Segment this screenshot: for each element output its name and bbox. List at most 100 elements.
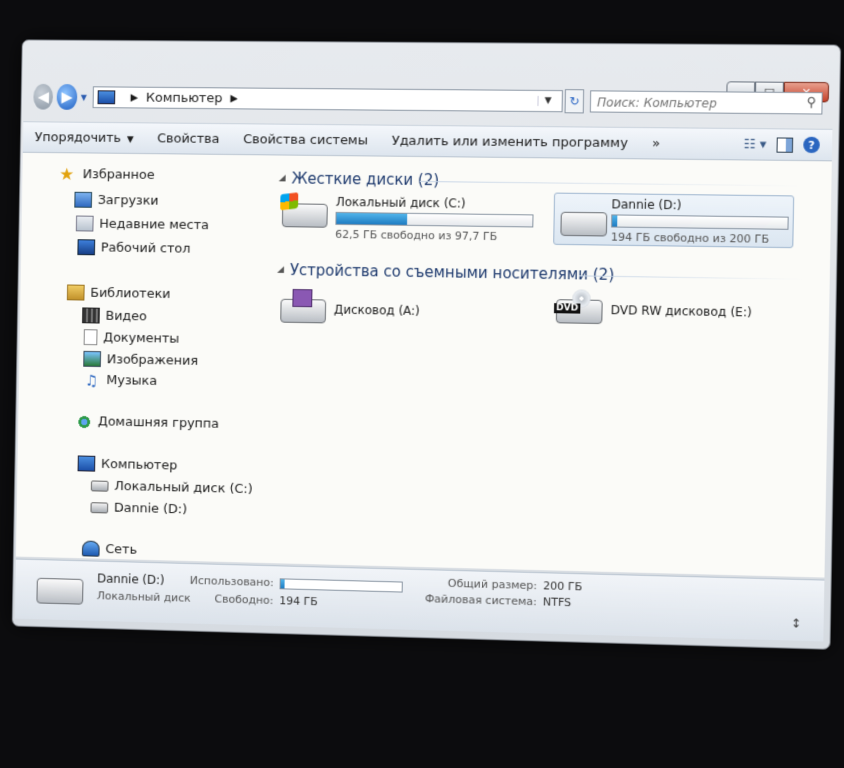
sidebar-label: Изображения [106,351,199,369]
collapse-triangle-icon: ◢ [278,173,286,184]
sidebar-item-local-disk-c[interactable]: Локальный диск (C:) [90,478,253,497]
file-list-pane: ◢ Жесткие диски (2) Локальный диск (C:) … [264,155,832,577]
details-total-label: Общий размер: [447,576,538,593]
address-bar[interactable]: ▶ Компьютер ▶ ▼ [92,86,563,113]
help-icon[interactable]: ? [803,136,820,154]
sidebar-label: Загрузки [97,192,159,209]
search-box[interactable]: ⚲ [589,90,823,115]
resize-grip-icon[interactable]: ↕ [791,616,802,630]
sidebar-item-homegroup[interactable]: Домашняя группа [76,414,219,432]
sidebar-item-documents[interactable]: Документы [83,329,180,347]
details-free-label: Свободно: [214,592,274,607]
group-title: Устройства со съемными носителями (2) [289,261,615,284]
properties-button[interactable]: Свойства [145,131,231,147]
sidebar-item-desktop[interactable]: Рабочий стол [77,239,190,256]
forward-button[interactable]: ▶ [56,84,78,110]
hard-drive-icon [558,202,608,237]
navigation-pane: ★ Избранное Загрузки Недавние места Рабо… [16,153,263,563]
homegroup-icon [76,414,93,429]
desktop-icon [77,239,96,256]
details-fs-label: Файловая система: [424,592,537,609]
sidebar-label: Рабочий стол [100,240,191,257]
sidebar-label: Dannie (D:) [113,500,188,518]
music-icon: ♫ [84,371,99,390]
details-fs-value: NTFS [542,595,572,610]
search-icon[interactable]: ⚲ [806,95,816,110]
sidebar-item-computer[interactable]: Компьютер [77,455,178,474]
content-area: ★ Избранное Загрузки Недавние места Рабо… [15,152,832,578]
sidebar-label: Библиотеки [90,285,171,302]
system-properties-button[interactable]: Свойства системы [231,132,380,148]
video-icon [82,307,100,324]
sidebar-item-video[interactable]: Видео [82,307,147,324]
back-button[interactable]: ◀ [33,83,54,110]
organize-button[interactable]: Упорядочить ▼ [23,130,146,146]
network-icon [81,540,100,557]
drive-usage-bar [611,214,789,230]
computer-icon [97,90,116,105]
organize-label: Упорядочить [34,129,122,146]
change-view-icon[interactable]: ☷ ▾ [743,137,766,152]
system-drive-icon [280,192,328,228]
dvd-drive-icon: DVD [553,289,603,325]
sidebar-label: Документы [103,330,180,347]
drive-name: DVD RW дисковод (E:) [610,303,752,320]
search-input[interactable] [594,92,804,115]
sidebar-item-dannie-d[interactable]: Dannie (D:) [90,500,187,517]
drive-tile-e[interactable]: DVD DVD RW дисковод (E:) [553,289,799,333]
explorer-window: – □ ✕ ◀ ▶ ▼ ▶ Компьютер ▶ ▼ ↻ ⚲ Упорядоч… [11,39,842,650]
drive-tile-a[interactable]: Дисковод (A:) [278,289,528,333]
group-header-removable[interactable]: ◢ Устройства со съемными носителями (2) [277,261,614,284]
star-icon: ★ [59,164,75,185]
details-free-value: 194 ГБ [279,594,318,609]
collapse-triangle-icon: ◢ [277,264,285,275]
hard-drive-icon [90,480,109,492]
drive-name: Локальный диск (C:) [335,194,466,211]
sidebar-label: Избранное [82,167,155,183]
pictures-icon [83,350,102,368]
sidebar-item-recent-places[interactable]: Недавние места [75,215,210,234]
drive-name: Дисковод (A:) [333,302,420,318]
drive-name: Dannie (D:) [611,197,682,213]
refresh-button[interactable]: ↻ [564,89,585,114]
sidebar-label: Сеть [105,541,138,558]
sidebar-item-libraries[interactable]: Библиотеки [66,284,171,302]
sidebar-item-favorites[interactable]: ★ Избранное [59,164,155,185]
sidebar-item-pictures[interactable]: Изображения [83,350,199,369]
drive-free-space: 194 ГБ свободно из 200 ГБ [610,230,770,246]
details-drive-type: Локальный диск [96,589,191,605]
sidebar-label: Компьютер [100,456,178,474]
uninstall-program-button[interactable]: Удалить или изменить программу [380,133,640,151]
sidebar-label: Видео [105,308,148,324]
sidebar-item-downloads[interactable]: Загрузки [74,191,159,209]
details-drive-name: Dannie (D:) [97,571,165,588]
address-dropdown-icon[interactable]: ▼ [537,95,558,107]
group-header-hard-disks[interactable]: ◢ Жесткие диски (2) [278,169,440,190]
recent-places-icon [75,215,94,232]
sidebar-item-network[interactable]: Сеть [81,540,138,558]
drive-usage-bar [335,211,534,228]
sidebar-item-music[interactable]: ♫ Музыка [84,371,158,390]
recent-pages-dropdown[interactable]: ▼ [81,93,87,102]
hard-drive-icon [36,577,84,605]
dvd-badge: DVD [553,303,581,314]
breadcrumb-separator[interactable]: ▶ [131,92,139,103]
details-usage-bar [279,578,403,593]
details-total-value: 200 ГБ [543,579,583,594]
chevron-down-icon: ▼ [126,134,134,145]
sidebar-label: Недавние места [99,216,210,233]
documents-icon [83,329,98,346]
preview-pane-icon[interactable] [776,136,794,153]
navigation-bar: ◀ ▶ ▼ ▶ Компьютер ▶ ▼ ↻ ⚲ [33,82,823,119]
breadcrumb-computer[interactable]: Компьютер [146,90,223,106]
details-used-label: Использовано: [189,573,274,590]
downloads-icon [74,191,93,208]
breadcrumb-chevron[interactable]: ▶ [230,93,238,104]
hard-drive-icon [90,502,109,514]
group-title: Жесткие диски (2) [291,169,440,190]
drive-tile-d[interactable]: Dannie (D:) 194 ГБ свободно из 200 ГБ [553,192,795,249]
sidebar-label: Музыка [106,373,158,389]
drive-tile-c[interactable]: Локальный диск (C:) 62,5 ГБ свободно из … [280,192,540,243]
libraries-icon [66,284,85,301]
more-commands-button[interactable]: » [640,136,673,151]
